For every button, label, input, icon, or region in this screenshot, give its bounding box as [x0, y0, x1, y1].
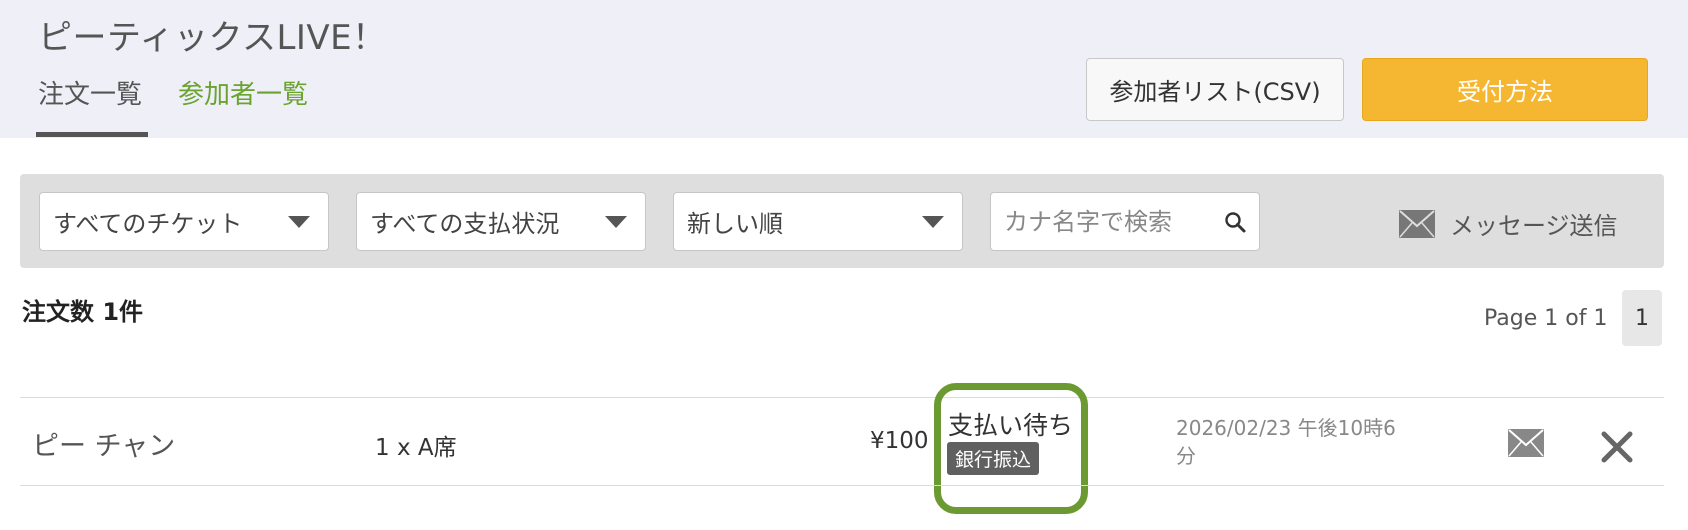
reception-method-button[interactable]: 受付方法 [1362, 58, 1648, 121]
message-send-label: メッセージ送信 [1450, 212, 1618, 240]
tab-participants[interactable]: 参加者一覧 [178, 74, 308, 111]
row-divider [20, 397, 1664, 398]
ticket-filter-value: すべてのチケット [53, 210, 243, 238]
order-buyer-name[interactable]: ピー チャン [32, 424, 175, 463]
event-title: ピーティックスLIVE！ [38, 18, 387, 58]
payment-status-select[interactable]: すべての支払状況 [356, 192, 646, 251]
page-header: ピーティックスLIVE！ 注文一覧 参加者一覧 参加者リスト(CSV) 受付方法 [0, 0, 1688, 138]
envelope-icon[interactable] [1507, 428, 1545, 458]
caret-down-icon [922, 216, 944, 228]
row-divider [20, 485, 1664, 486]
kana-surname-search-input[interactable] [991, 193, 1211, 250]
order-count: 注文数 1件 [22, 298, 144, 326]
search-box [990, 192, 1260, 251]
ticket-filter-select[interactable]: すべてのチケット [39, 192, 329, 251]
envelope-icon [1399, 209, 1435, 238]
tab-orders[interactable]: 注文一覧 [38, 74, 142, 111]
caret-down-icon [288, 216, 310, 228]
payment-status-value: すべての支払状況 [370, 210, 560, 238]
message-send-link[interactable]: メッセージ送信 [1398, 206, 1618, 241]
pagination-info: Page 1 of 1 [1484, 306, 1608, 331]
participant-csv-button[interactable]: 参加者リスト(CSV) [1086, 58, 1344, 121]
order-price: ¥100 [870, 428, 929, 454]
status-highlight-outline [934, 383, 1088, 514]
caret-down-icon [605, 216, 627, 228]
pagination-page-button[interactable]: 1 [1622, 290, 1662, 346]
close-icon[interactable] [1600, 430, 1634, 464]
order-ticket: 1 x A席 [375, 435, 457, 461]
active-tab-indicator [36, 132, 148, 137]
search-icon[interactable] [1223, 210, 1247, 234]
sort-order-select[interactable]: 新しい順 [673, 192, 963, 251]
order-date: 2026/02/23 午後10時6分 [1176, 416, 1396, 468]
sort-order-value: 新しい順 [687, 210, 783, 238]
